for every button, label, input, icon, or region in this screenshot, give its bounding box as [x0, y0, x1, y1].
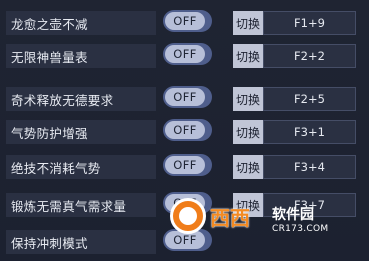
cheat-row-training-qi: 锻炼无需真气需求量 OFF 切换 F3+7 — [0, 188, 369, 221]
trainer-panel: 龙愈之壶不减 OFF 切换 F1+9 无限神兽量表 OFF 切换 F2+2 奇术… — [0, 0, 369, 261]
cheat-label: 锻炼无需真气需求量 — [11, 198, 127, 214]
switch-label-box: 切换 — [233, 120, 263, 144]
cheat-label-box: 保持冲刺模式 — [6, 230, 156, 254]
toggle-knob: OFF — [165, 121, 205, 139]
cheat-row-sprint-mode: 保持冲刺模式 OFF — [0, 225, 369, 258]
switch-label: 切换 — [235, 125, 260, 140]
toggle-knob: OFF — [165, 156, 205, 174]
cheat-toggle[interactable]: OFF — [163, 43, 212, 65]
toggle-knob: OFF — [165, 88, 205, 106]
cheat-label-box: 气势防护增强 — [6, 120, 156, 144]
switch-label: 切换 — [235, 160, 260, 175]
cheat-label-box: 龙愈之壶不减 — [6, 11, 156, 35]
cheat-row-beast-gauge: 无限神兽量表 OFF 切换 F2+2 — [0, 39, 369, 72]
hotkey-group: 切换 F3+7 — [233, 193, 356, 217]
cheat-label-box: 锻炼无需真气需求量 — [6, 193, 156, 217]
hotkey-group: 切换 F2+2 — [233, 44, 356, 68]
toggle-state-text: OFF — [173, 90, 197, 104]
hotkey-value: F2+5 — [294, 92, 325, 106]
cheat-label-box: 奇术释放无德要求 — [6, 87, 156, 111]
hotkey-value: F2+2 — [294, 49, 325, 63]
switch-label: 切换 — [235, 49, 260, 64]
hotkey-value: F3+7 — [294, 198, 325, 212]
hotkey-value: F3+4 — [294, 160, 325, 174]
hotkey-value: F3+1 — [294, 125, 325, 139]
cheat-label-box: 无限神兽量表 — [6, 44, 156, 68]
toggle-knob: OFF — [165, 231, 205, 249]
cheat-row-spirit-defense: 气势防护增强 OFF 切换 F3+1 — [0, 115, 369, 148]
cheat-toggle[interactable]: OFF — [163, 154, 212, 176]
switch-label-box: 切换 — [233, 44, 263, 68]
toggle-state-text: OFF — [173, 158, 197, 172]
cheat-toggle[interactable]: OFF — [163, 119, 212, 141]
toggle-knob: OFF — [165, 194, 205, 212]
hotkey-field[interactable]: F2+5 — [263, 87, 356, 111]
cheat-toggle[interactable]: OFF — [163, 86, 212, 108]
switch-label-box: 切换 — [233, 155, 263, 179]
hotkey-field[interactable]: F2+2 — [263, 44, 356, 68]
hotkey-group: 切换 F2+5 — [233, 87, 356, 111]
hotkey-value: F1+9 — [294, 16, 325, 30]
hotkey-group: 切换 F3+4 — [233, 155, 356, 179]
toggle-state-text: OFF — [173, 47, 197, 61]
hotkey-field[interactable]: F3+7 — [263, 193, 356, 217]
toggle-state-text: OFF — [173, 196, 197, 210]
switch-label-box: 切换 — [233, 193, 263, 217]
cheat-label: 保持冲刺模式 — [11, 235, 88, 251]
cheat-label: 气势防护增强 — [11, 125, 88, 141]
hotkey-group: 切换 F3+1 — [233, 120, 356, 144]
switch-label-box: 切换 — [233, 11, 263, 35]
toggle-state-text: OFF — [173, 123, 197, 137]
cheat-toggle[interactable]: OFF — [163, 10, 212, 32]
switch-label-box: 切换 — [233, 87, 263, 111]
switch-label: 切换 — [235, 92, 260, 107]
hotkey-field[interactable]: F3+1 — [263, 120, 356, 144]
cheat-label: 绝技不消耗气势 — [11, 160, 101, 176]
cheat-toggle[interactable]: OFF — [163, 229, 212, 251]
cheat-row-dragon-gourd: 龙愈之壶不减 OFF 切换 F1+9 — [0, 6, 369, 39]
switch-label: 切换 — [235, 198, 260, 213]
toggle-state-text: OFF — [173, 233, 197, 247]
toggle-knob: OFF — [165, 45, 205, 63]
hotkey-field[interactable]: F3+4 — [263, 155, 356, 179]
cheat-label-box: 绝技不消耗气势 — [6, 155, 156, 179]
hotkey-field[interactable]: F1+9 — [263, 11, 356, 35]
toggle-state-text: OFF — [173, 14, 197, 28]
cheat-label: 无限神兽量表 — [11, 49, 88, 65]
cheat-row-art-release: 奇术释放无德要求 OFF 切换 F2+5 — [0, 82, 369, 115]
switch-label: 切换 — [235, 16, 260, 31]
cheat-row-skill-spirit: 绝技不消耗气势 OFF 切换 F3+4 — [0, 150, 369, 183]
hotkey-group: 切换 F1+9 — [233, 11, 356, 35]
cheat-label: 龙愈之壶不减 — [11, 16, 88, 32]
cheat-toggle[interactable]: OFF — [163, 192, 212, 214]
cheat-label: 奇术释放无德要求 — [11, 92, 114, 108]
toggle-knob: OFF — [165, 12, 205, 30]
